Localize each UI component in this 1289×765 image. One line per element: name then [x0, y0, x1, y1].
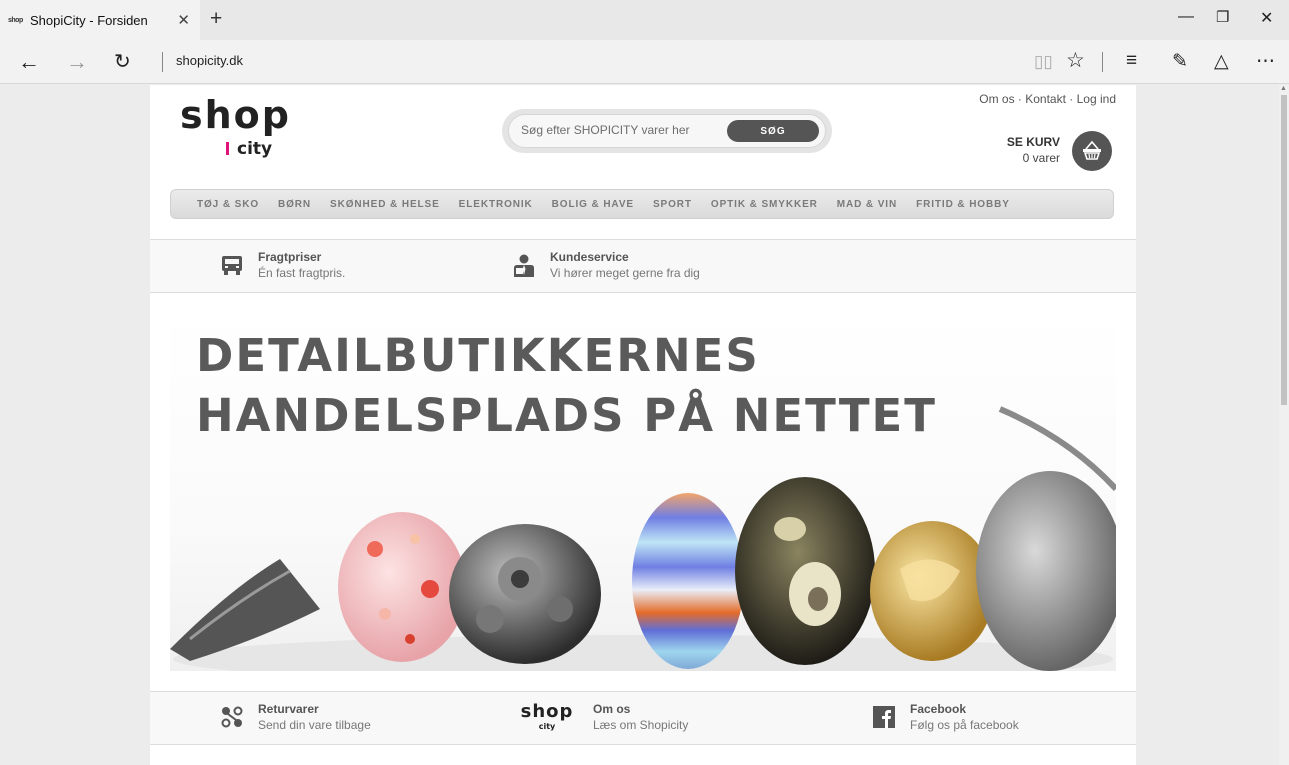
- menu-item-fritid-hobby[interactable]: FRITID & HOBBY: [916, 199, 1010, 210]
- refresh-icon[interactable]: ↻: [114, 49, 131, 74]
- favorite-star-icon[interactable]: ☆: [1066, 48, 1085, 73]
- logo-city-text: city: [226, 139, 272, 159]
- link-om-os[interactable]: Om os: [979, 92, 1014, 106]
- basket-button[interactable]: [1072, 131, 1112, 171]
- favicon-icon: shop: [8, 16, 23, 24]
- close-window-icon[interactable]: ✕: [1260, 8, 1273, 28]
- info-om-os[interactable]: shop city Om os Læs om Shopicity: [515, 701, 689, 733]
- truck-icon: [222, 256, 242, 275]
- mini-logo-shop: shop: [520, 701, 574, 722]
- search-button[interactable]: SØG: [727, 120, 819, 142]
- search-input[interactable]: [521, 123, 731, 137]
- info-text: Kundeservice Vi hører meget gerne fra di…: [550, 250, 700, 280]
- hub-icon[interactable]: ≡: [1126, 50, 1137, 72]
- hero-beads-illustration: [170, 406, 1116, 671]
- info-facebook[interactable]: Facebook Følg os på facebook: [872, 702, 1019, 732]
- scroll-up-icon[interactable]: ▲: [1280, 85, 1287, 92]
- shopicity-logo[interactable]: shop city: [180, 95, 320, 165]
- info-fragtpriser[interactable]: Fragtpriser Én fast fragtpris.: [220, 250, 345, 280]
- forward-icon[interactable]: →: [66, 49, 88, 75]
- basket-count: 0 varer: [1022, 151, 1060, 165]
- share-icon[interactable]: △: [1214, 50, 1229, 73]
- hero-banner[interactable]: DETAILBUTIKKERNES HANDELSPLADS PÅ NETTET: [170, 309, 1116, 671]
- vertical-scrollbar[interactable]: ▲: [1279, 85, 1289, 765]
- menu-item-bolig-have[interactable]: BOLIG & HAVE: [552, 199, 634, 210]
- info-title: Kundeservice: [550, 250, 629, 264]
- link-separator: ·: [1065, 92, 1077, 106]
- address-bar: ← → ↻ shopicity.dk ▯▯ ☆ ≡ ✎ △ ⋯: [0, 40, 1289, 84]
- info-title: Returvarer: [258, 702, 319, 716]
- info-bar-bottom: Returvarer Send din vare tilbage shop ci…: [150, 691, 1136, 745]
- mini-logo-city: city: [538, 722, 556, 731]
- facebook-icon: [873, 706, 895, 728]
- toolbar-separator: [1102, 52, 1103, 72]
- new-tab-icon[interactable]: +: [210, 7, 222, 31]
- info-title: Fragtpriser: [258, 250, 322, 264]
- info-subtitle: Én fast fragtpris.: [258, 266, 346, 280]
- basket-title: SE KURV: [1006, 135, 1060, 149]
- info-title: Om os: [593, 702, 631, 716]
- browser-tab-active[interactable]: shop ShopiCity - Forsiden ✕: [0, 0, 200, 40]
- link-log-ind[interactable]: Log ind: [1077, 92, 1116, 106]
- info-kundeservice[interactable]: Kundeservice Vi hører meget gerne fra di…: [512, 250, 700, 280]
- web-note-icon[interactable]: ✎: [1172, 50, 1188, 73]
- minimize-icon[interactable]: —: [1178, 8, 1194, 26]
- returns-icon: [221, 706, 243, 728]
- menu-item-mad-vin[interactable]: MAD & VIN: [837, 199, 897, 210]
- url-field[interactable]: shopicity.dk: [176, 53, 243, 68]
- top-links: Om os · Kontakt · Log ind: [979, 92, 1116, 106]
- menu-item-boern[interactable]: BØRN: [278, 199, 311, 210]
- search-field-wrapper: SØG: [508, 114, 826, 148]
- info-subtitle: Vi hører meget gerne fra dig: [550, 266, 700, 280]
- info-text: Returvarer Send din vare tilbage: [258, 702, 371, 732]
- scrollbar-thumb[interactable]: [1281, 95, 1287, 405]
- menu-item-optik-smykker[interactable]: OPTIK & SMYKKER: [711, 199, 818, 210]
- page-content: shop city SØG Om os · Kontakt · Log ind …: [150, 85, 1136, 765]
- link-kontakt[interactable]: Kontakt: [1025, 92, 1066, 106]
- info-subtitle: Send din vare tilbage: [258, 718, 371, 732]
- tab-title: ShopiCity - Forsiden: [30, 12, 148, 28]
- info-text: Fragtpriser Én fast fragtpris.: [258, 250, 345, 280]
- close-tab-icon[interactable]: ✕: [177, 11, 190, 29]
- basket-info[interactable]: SE KURV 0 varer: [1007, 135, 1060, 165]
- category-menu: TØJ & SKO BØRN SKØNHED & HELSE ELEKTRONI…: [170, 189, 1114, 219]
- info-text: Om os Læs om Shopicity: [593, 702, 688, 732]
- shopicity-mini-logo: shop city: [515, 701, 579, 732]
- info-text: Facebook Følg os på facebook: [910, 702, 1019, 732]
- logo-accent-bar: [226, 142, 229, 155]
- search-box: SØG: [502, 109, 832, 153]
- info-title: Facebook: [910, 702, 967, 716]
- logo-shop-text: shop: [180, 93, 291, 137]
- back-icon[interactable]: ←: [18, 49, 40, 75]
- more-icon[interactable]: ⋯: [1256, 50, 1275, 73]
- info-bar-top: Fragtpriser Én fast fragtpris. Kundeserv…: [150, 239, 1136, 293]
- menu-item-skoenhed-helse[interactable]: SKØNHED & HELSE: [330, 199, 440, 210]
- page-viewport: shop city SØG Om os · Kontakt · Log ind …: [0, 85, 1279, 765]
- customer-service-icon: [514, 254, 534, 277]
- menu-item-elektronik[interactable]: ELEKTRONIK: [459, 199, 533, 210]
- restore-icon[interactable]: ❐: [1216, 8, 1229, 26]
- logo-city-label: city: [237, 139, 273, 159]
- browser-tab-bar: shop ShopiCity - Forsiden ✕ + — ❐ ✕: [0, 0, 1289, 40]
- info-subtitle: Følg os på facebook: [910, 718, 1019, 732]
- info-returvarer[interactable]: Returvarer Send din vare tilbage: [220, 702, 371, 732]
- menu-item-sport[interactable]: SPORT: [653, 199, 692, 210]
- info-subtitle: Læs om Shopicity: [593, 718, 689, 732]
- menu-item-toej-sko[interactable]: TØJ & SKO: [197, 199, 259, 210]
- basket-icon: [1083, 140, 1101, 160]
- url-separator: [162, 52, 163, 72]
- reading-view-icon[interactable]: ▯▯: [1034, 52, 1053, 72]
- link-separator: ·: [1014, 92, 1026, 106]
